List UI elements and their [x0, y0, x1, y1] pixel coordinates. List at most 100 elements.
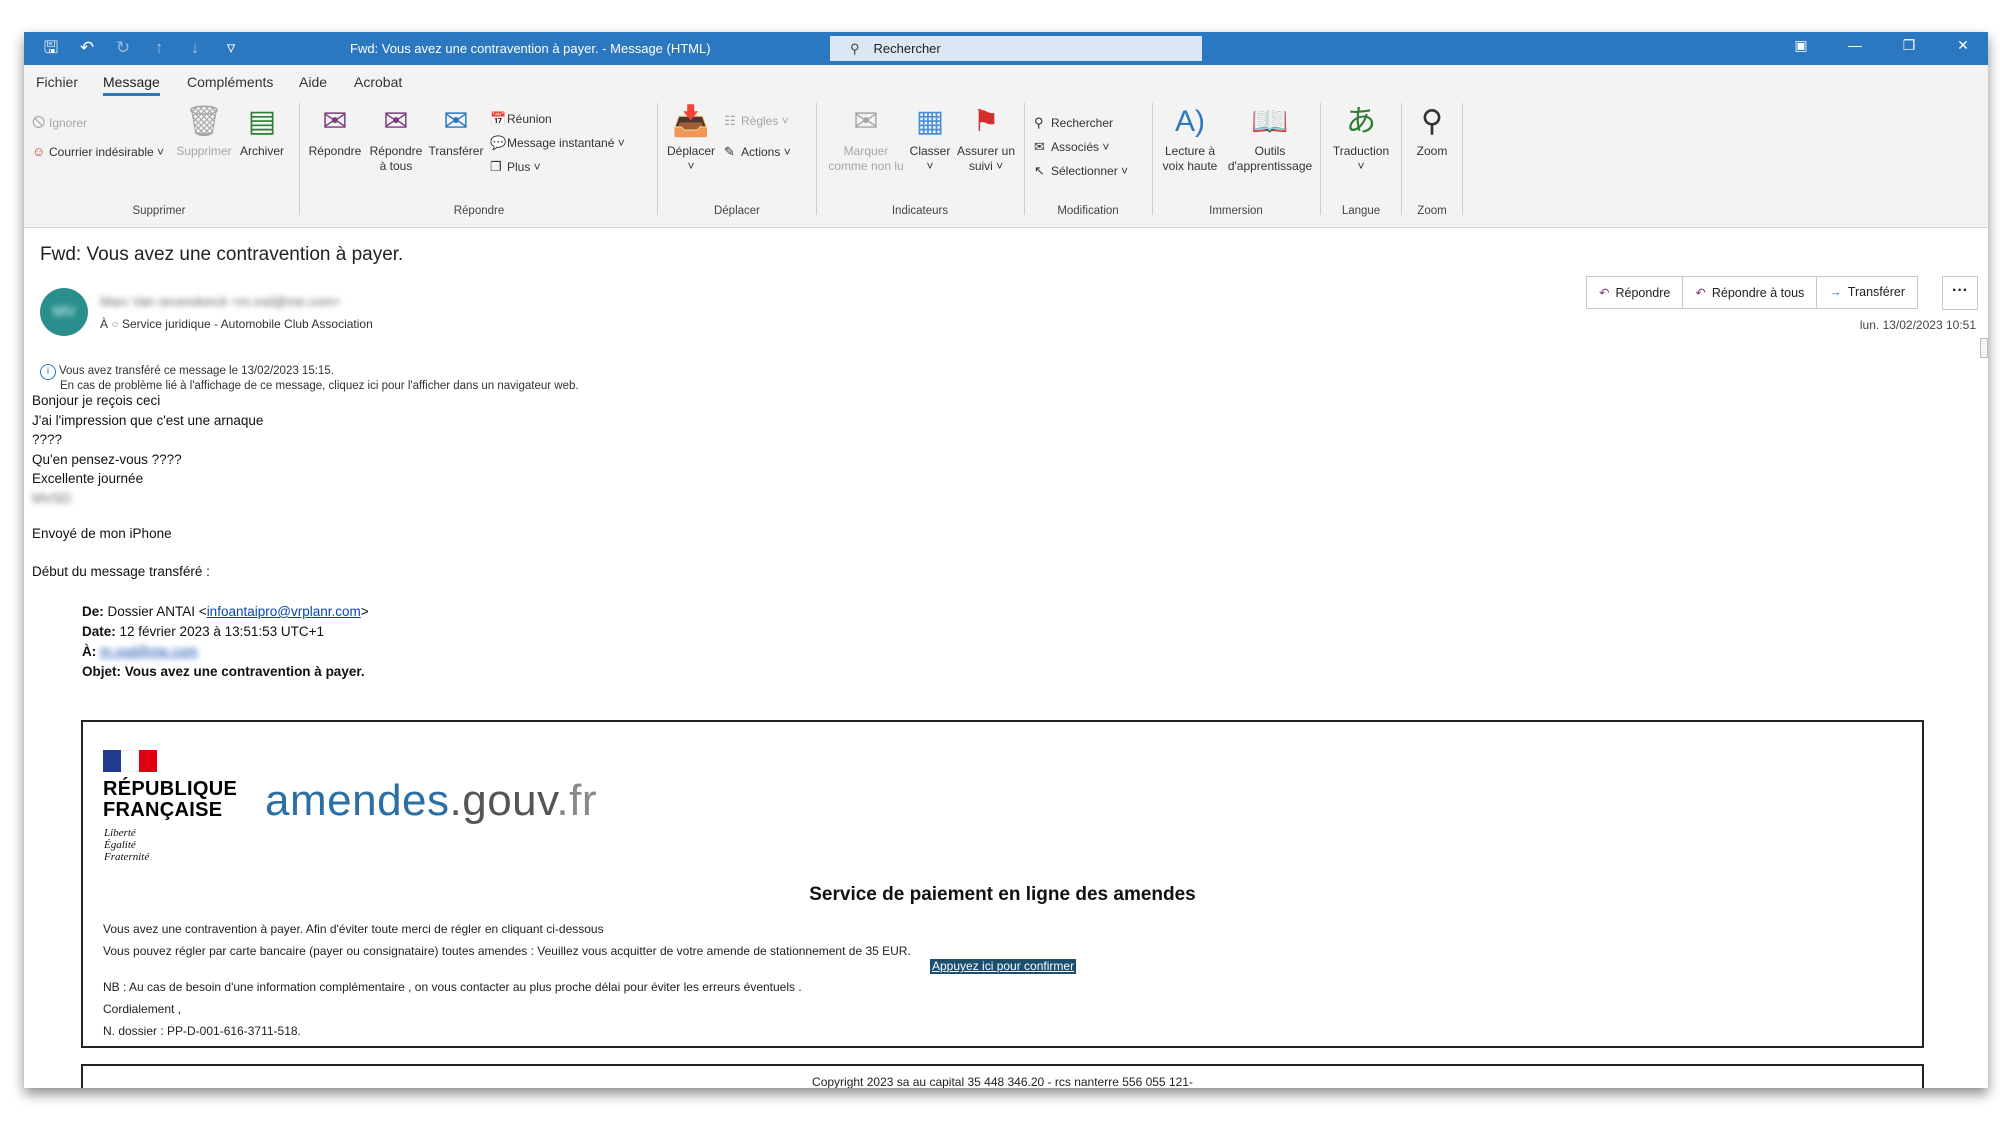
- junk-mail-button[interactable]: ☺ Courrier indésirable ˅: [32, 144, 164, 160]
- fwd-date: Date: 12 février 2023 à 13:51:53 UTC+1: [82, 624, 325, 639]
- more-respond-button[interactable]: ❐ Plus ˅: [490, 159, 541, 175]
- group-supprimer: 🛇 Ignorer ☺ Courrier indésirable ˅ 🗑 Suppri…: [24, 101, 294, 223]
- reply-icon: ✉: [322, 105, 348, 138]
- separator: [1401, 103, 1402, 215]
- reply-all-icon: ✉: [383, 105, 409, 138]
- arrow-down-icon[interactable]: ↓: [184, 38, 206, 58]
- forward-button[interactable]: ✉ Transférer: [428, 105, 484, 159]
- categorize-button[interactable]: ▦ Classer ˅: [908, 105, 952, 174]
- ignore-button[interactable]: 🛇 Ignorer: [32, 115, 87, 131]
- tab-fichier[interactable]: Fichier: [36, 74, 78, 90]
- translate-icon: あ: [1346, 105, 1376, 138]
- devise: Liberté Égalité Fraternité: [104, 827, 150, 863]
- move-icon: 📥: [672, 105, 710, 138]
- avatar[interactable]: MV: [40, 288, 88, 336]
- group-label-langue: Langue: [1341, 205, 1381, 217]
- minimize-icon[interactable]: —: [1836, 37, 1874, 54]
- save-icon[interactable]: 🖫: [40, 38, 62, 58]
- reply-action-button[interactable]: ↶ Répondre: [1587, 277, 1684, 308]
- text-line: Vous avez une contravention à payer. Afi…: [103, 922, 604, 936]
- related-button[interactable]: ✉ Associés ˅: [1034, 139, 1109, 155]
- find-button[interactable]: ⚲ Rechercher: [1034, 115, 1113, 131]
- archive-icon: ▤: [247, 105, 277, 138]
- customize-toolbar-icon[interactable]: ▿: [220, 38, 242, 58]
- tab-complements[interactable]: Compléments: [187, 74, 273, 90]
- info-bar[interactable]: i Vous avez transféré ce message le 13/02…: [40, 364, 579, 393]
- window-title: Fwd: Vous avez une contravention à payer…: [350, 41, 711, 56]
- undo-icon[interactable]: ↶: [76, 38, 98, 58]
- follow-up-button[interactable]: ⚑ Assurer un suivi ˅: [954, 105, 1018, 174]
- sender[interactable]: Marc Van sevendonck <m.vsd@me.com>: [100, 294, 341, 309]
- group-langue: あ Traduction ˅ Langue: [1324, 101, 1398, 223]
- message-actions: ↶ Répondre ↶ Répondre à tous → Transférer: [1585, 276, 1918, 309]
- mark-unread-button[interactable]: ✉ Marquer comme non lu: [822, 105, 910, 174]
- text-line: Cordialement ,: [103, 1002, 182, 1016]
- received-datetime: lun. 13/02/2023 10:51: [1859, 318, 1976, 332]
- ignore-icon: 🛇: [32, 115, 46, 130]
- select-button[interactable]: ↖ Sélectionner ˅: [1034, 163, 1128, 179]
- republique-francaise-logo: RÉPUBLIQUE FRANÇAISE: [103, 778, 238, 821]
- zoom-button[interactable]: ⚲ Zoom: [1406, 105, 1458, 159]
- magnifier-icon: ⚲: [1421, 105, 1443, 138]
- instant-message-button[interactable]: 💬Message instantané ˅: [490, 135, 625, 151]
- more-actions-button[interactable]: ···: [1942, 276, 1978, 310]
- rules-button[interactable]: ☷ Règles ˅: [724, 113, 789, 129]
- tab-message[interactable]: Message: [103, 74, 160, 96]
- redo-icon[interactable]: ↻: [112, 38, 134, 58]
- copyright-footer: Copyright 2023 sa au capital 35 448 346.…: [81, 1064, 1924, 1088]
- group-label-indicateurs: Indicateurs: [891, 205, 949, 217]
- cursor-icon: ↖: [1034, 163, 1045, 178]
- meeting-button[interactable]: 📅Réunion: [490, 111, 552, 127]
- phishing-email-content: RÉPUBLIQUE FRANÇAISE Liberté Égalité Frater…: [81, 720, 1924, 1048]
- forward-action-button[interactable]: → Transférer: [1817, 277, 1917, 308]
- presence-icon: ○: [111, 317, 119, 331]
- group-zoom: ⚲ Zoom Zoom: [1404, 101, 1460, 223]
- body-line: Envoyé de mon iPhone: [32, 526, 172, 541]
- search-box[interactable]: ⚲ Rechercher: [830, 36, 1202, 61]
- group-label-repondre: Répondre: [453, 205, 505, 217]
- translate-button[interactable]: あ Traduction ˅: [1326, 105, 1396, 174]
- actions-icon: ✎: [724, 144, 735, 159]
- scrollbar-thumb[interactable]: [1980, 338, 1988, 358]
- text-line: N. dossier : PP-D-001-616-3711-518.: [103, 1024, 301, 1038]
- sender-email-link[interactable]: infoantaipro@vrplanr.com: [207, 604, 361, 619]
- chat-icon: 💬: [490, 135, 507, 150]
- close-icon[interactable]: ✕: [1944, 37, 1982, 54]
- categorize-icon: ▦: [915, 105, 945, 138]
- learning-tools-button[interactable]: 📖 Outils d'apprentissage: [1224, 105, 1316, 174]
- quick-access-toolbar: 🖫 ↶ ↻ ↑ ↓ ▿: [40, 38, 242, 58]
- read-aloud-button[interactable]: A) Lecture à voix haute: [1158, 105, 1222, 174]
- reply-all-icon: ↶: [1695, 286, 1706, 300]
- restore-icon[interactable]: ❐: [1890, 37, 1928, 54]
- tab-aide[interactable]: Aide: [299, 74, 327, 90]
- separator: [1320, 103, 1321, 215]
- search-icon: ⚲: [1034, 115, 1044, 130]
- reply-button[interactable]: ✉ Répondre: [306, 105, 364, 159]
- confirm-payment-link[interactable]: Appuyez ici pour confirmer: [930, 959, 1077, 974]
- title-bar: 🖫 ↶ ↻ ↑ ↓ ▿ Fwd: Vous avez une contraven…: [24, 32, 1988, 65]
- calendar-icon: 📅: [490, 111, 507, 126]
- delete-button[interactable]: 🗑 Supprimer: [174, 105, 234, 159]
- group-label-deplacer: Déplacer: [713, 205, 761, 217]
- reply-all-action-button[interactable]: ↶ Répondre à tous: [1683, 277, 1818, 308]
- move-button[interactable]: 📥 Déplacer ˅: [664, 105, 718, 174]
- junk-icon: ☺: [32, 144, 46, 159]
- tab-acrobat[interactable]: Acrobat: [354, 74, 402, 90]
- forwarded-header: De: Dossier ANTAI <infoantaipro@vrplanr.…: [82, 602, 369, 682]
- group-label-zoom: Zoom: [1417, 205, 1447, 217]
- recipient-email-link[interactable]: m.vsd@me.com: [100, 644, 198, 659]
- text-line: Vous pouvez régler par carte bancaire (p…: [103, 944, 911, 958]
- scrollbar[interactable]: [1980, 338, 1988, 738]
- reply-all-button[interactable]: ✉ Répondre à tous: [366, 105, 426, 174]
- archive-button[interactable]: ▤ Archiver: [236, 105, 288, 159]
- envelope-icon: ✉: [853, 105, 879, 138]
- rules-icon: ☷: [724, 113, 736, 128]
- ribbon-display-icon[interactable]: ▣: [1782, 37, 1820, 54]
- recipient[interactable]: Service juridique - Automobile Club Asso…: [122, 317, 373, 331]
- message-body: Bonjour je reçois ceci J'ai l'impression…: [32, 391, 263, 581]
- arrow-up-icon[interactable]: ↑: [148, 38, 170, 58]
- group-immersion: A) Lecture à voix haute 📖 Outils d'apprentis…: [1156, 101, 1316, 223]
- actions-button[interactable]: ✎ Actions ˅: [724, 144, 791, 160]
- info-icon: i: [40, 364, 56, 380]
- recipient-line: À ○ Service juridique - Automobile Club …: [100, 317, 373, 331]
